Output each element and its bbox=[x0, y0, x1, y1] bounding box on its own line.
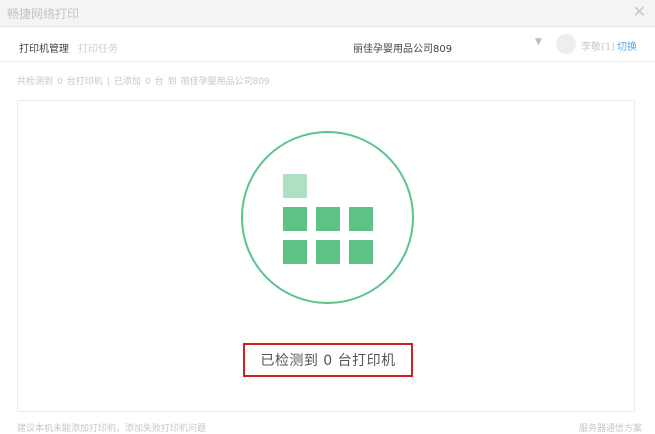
summary-separator: | bbox=[106, 77, 110, 87]
app-title: 畅捷网络打印 bbox=[7, 7, 80, 21]
switch-link[interactable]: 切换 bbox=[617, 38, 637, 53]
footer-help-link[interactable]: 建议本机未能添加打印机，添加失败打印机问题 bbox=[17, 421, 206, 434]
detection-summary: 共检测到 0 台打印机 | 已添加 0 台到丽佳孕婴用品公司809 bbox=[17, 74, 274, 87]
grid-cell bbox=[316, 240, 340, 264]
summary-added-prefix: 已添加 bbox=[113, 77, 141, 87]
user-name: 李敬(1) bbox=[581, 42, 616, 53]
avatar bbox=[556, 34, 576, 54]
summary-prefix: 共检测到 bbox=[17, 77, 54, 87]
detection-status-text: 已检测到 0 台打印机 bbox=[260, 353, 396, 369]
summary-store-name: 丽佳孕婴用品公司809 bbox=[180, 77, 270, 87]
detection-status-box: 已检测到 0 台打印机 bbox=[243, 343, 413, 377]
store-name: 丽佳孕婴用品公司809 bbox=[353, 44, 453, 55]
header-bar: 打印机管理 打印任务 丽佳孕婴用品公司809 ▼ 李敬(1) 切换 bbox=[0, 27, 655, 62]
grid-cell bbox=[349, 240, 373, 264]
summary-to: 到 bbox=[167, 77, 177, 87]
title-bar: 畅捷网络打印 ✕ bbox=[0, 0, 655, 27]
grid-cell bbox=[283, 240, 307, 264]
grid-cell bbox=[349, 207, 373, 231]
tab-print-tasks[interactable]: 打印任务 bbox=[78, 40, 118, 55]
grid-cell bbox=[283, 174, 307, 198]
footer-server-link[interactable]: 服务器通信方案 bbox=[579, 421, 642, 434]
tab-printer-management[interactable]: 打印机管理 bbox=[19, 40, 69, 55]
summary-added-unit: 台 bbox=[154, 77, 164, 87]
summary-detected-count: 0 bbox=[57, 77, 63, 87]
grid-cell bbox=[283, 207, 307, 231]
grid-cell bbox=[316, 207, 340, 231]
chevron-down-icon[interactable]: ▼ bbox=[535, 37, 542, 47]
close-icon[interactable]: ✕ bbox=[633, 3, 646, 21]
summary-added-count: 0 bbox=[144, 77, 151, 87]
summary-detected-unit: 台打印机 bbox=[66, 77, 103, 87]
